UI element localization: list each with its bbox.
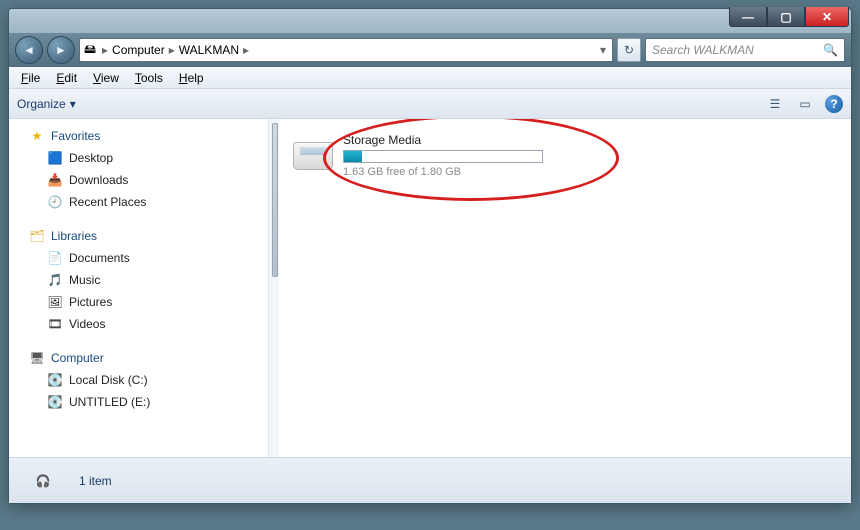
search-input[interactable]: Search WALKMAN 🔍 [645,38,845,62]
disk-icon: 💽 [47,372,63,388]
titlebar: — ▢ ✕ [9,9,851,33]
refresh-button[interactable]: ↻ [617,38,641,62]
drive-item-storage-media[interactable]: Storage Media 1.63 GB free of 1.80 GB [293,133,593,178]
status-bar: 🎧 1 item [9,457,851,503]
menu-file[interactable]: File [13,69,48,87]
group-favorites: ★ Favorites 🟦 Desktop 📥 Downloads 🕘 Rece… [9,125,268,213]
computer-label: Computer [51,351,104,365]
view-mode-button[interactable]: ☰ [765,94,785,114]
documents-icon: 📄 [47,250,63,266]
chevron-icon: ▸ [165,43,179,57]
libraries-icon: 🗂 [29,228,45,244]
sidebar-item-recent-places[interactable]: 🕘 Recent Places [9,191,268,213]
help-button[interactable]: ? [825,95,843,113]
caret-down-icon: ▾ [70,97,76,111]
downloads-icon: 📥 [47,172,63,188]
menu-bar: File Edit View Tools Help [9,67,851,89]
search-icon: 🔍 [823,43,838,57]
sidebar-item-label: Documents [69,251,130,265]
drive-info: Storage Media 1.63 GB free of 1.80 GB [343,133,593,178]
close-button[interactable]: ✕ [805,7,849,27]
sidebar-item-label: UNTITLED (E:) [69,395,150,409]
disk-icon: 💽 [47,394,63,410]
favorites-header[interactable]: ★ Favorites [9,125,268,147]
favorites-label: Favorites [51,129,100,143]
back-button[interactable]: ◄ [15,36,43,64]
desktop-icon: 🟦 [47,150,63,166]
organize-label: Organize [17,97,66,111]
sidebar-item-videos[interactable]: 🎞 Videos [9,313,268,335]
drive-free-text: 1.63 GB free of 1.80 GB [343,166,593,178]
sidebar-item-label: Downloads [69,173,128,187]
sidebar-item-untitled-e[interactable]: 💽 UNTITLED (E:) [9,391,268,413]
drive-capacity-bar [343,150,543,163]
group-computer: 🖥 Computer 💽 Local Disk (C:) 💽 UNTITLED … [9,347,268,413]
menu-help[interactable]: Help [171,69,212,87]
breadcrumb-seg-walkman[interactable]: WALKMAN [179,43,239,57]
sidebar-item-label: Desktop [69,151,113,165]
maximize-button[interactable]: ▢ [767,7,805,27]
star-icon: ★ [29,128,45,144]
breadcrumb-dropdown-icon[interactable]: ▾ [600,43,612,57]
status-device-icon: 🎧 [19,463,67,499]
nav-pane: ★ Favorites 🟦 Desktop 📥 Downloads 🕘 Rece… [9,119,269,457]
sidebar-item-label: Local Disk (C:) [69,373,148,387]
search-placeholder: Search WALKMAN [652,43,754,57]
breadcrumb[interactable]: 🖴 ▸ Computer ▸ WALKMAN ▸ ▾ [79,38,613,62]
sidebar-item-desktop[interactable]: 🟦 Desktop [9,147,268,169]
sidebar-item-downloads[interactable]: 📥 Downloads [9,169,268,191]
drive-icon [293,142,333,170]
drive-name: Storage Media [343,133,593,147]
chevron-icon: ▸ [239,43,253,57]
libraries-header[interactable]: 🗂 Libraries [9,225,268,247]
content-pane[interactable]: Storage Media 1.63 GB free of 1.80 GB [279,119,851,457]
body: ★ Favorites 🟦 Desktop 📥 Downloads 🕘 Rece… [9,119,851,457]
address-bar: ◄ ► 🖴 ▸ Computer ▸ WALKMAN ▸ ▾ ↻ Search … [9,33,851,67]
splitter-handle[interactable] [269,119,279,457]
breadcrumb-seg-computer[interactable]: Computer [112,43,165,57]
computer-icon: 🖥 [29,350,45,366]
window-controls: — ▢ ✕ [729,7,849,33]
chevron-icon: ▸ [98,43,112,57]
sidebar-item-label: Videos [69,317,105,331]
sidebar-item-local-disk-c[interactable]: 💽 Local Disk (C:) [9,369,268,391]
forward-button[interactable]: ► [47,36,75,64]
computer-header[interactable]: 🖥 Computer [9,347,268,369]
preview-pane-button[interactable]: ▭ [795,94,815,114]
pictures-icon: 🖼 [47,294,63,310]
toolbar: Organize ▾ ☰ ▭ ? [9,89,851,119]
sidebar-item-label: Music [69,273,100,287]
sidebar-item-pictures[interactable]: 🖼 Pictures [9,291,268,313]
menu-view[interactable]: View [85,69,127,87]
sidebar-item-label: Pictures [69,295,112,309]
recent-icon: 🕘 [47,194,63,210]
explorer-window: — ▢ ✕ ◄ ► 🖴 ▸ Computer ▸ WALKMAN ▸ ▾ ↻ S… [8,8,852,504]
status-text: 1 item [79,474,112,488]
organize-button[interactable]: Organize ▾ [17,97,76,111]
menu-tools[interactable]: Tools [127,69,171,87]
toolbar-right: ☰ ▭ ? [765,94,843,114]
sidebar-item-music[interactable]: 🎵 Music [9,269,268,291]
group-libraries: 🗂 Libraries 📄 Documents 🎵 Music 🖼 Pictur… [9,225,268,335]
device-icon: 🖴 [82,42,98,58]
sidebar-item-label: Recent Places [69,195,146,209]
libraries-label: Libraries [51,229,97,243]
sidebar-item-documents[interactable]: 📄 Documents [9,247,268,269]
menu-edit[interactable]: Edit [48,69,85,87]
videos-icon: 🎞 [47,316,63,332]
drive-capacity-used [344,151,362,162]
minimize-button[interactable]: — [729,7,767,27]
music-icon: 🎵 [47,272,63,288]
